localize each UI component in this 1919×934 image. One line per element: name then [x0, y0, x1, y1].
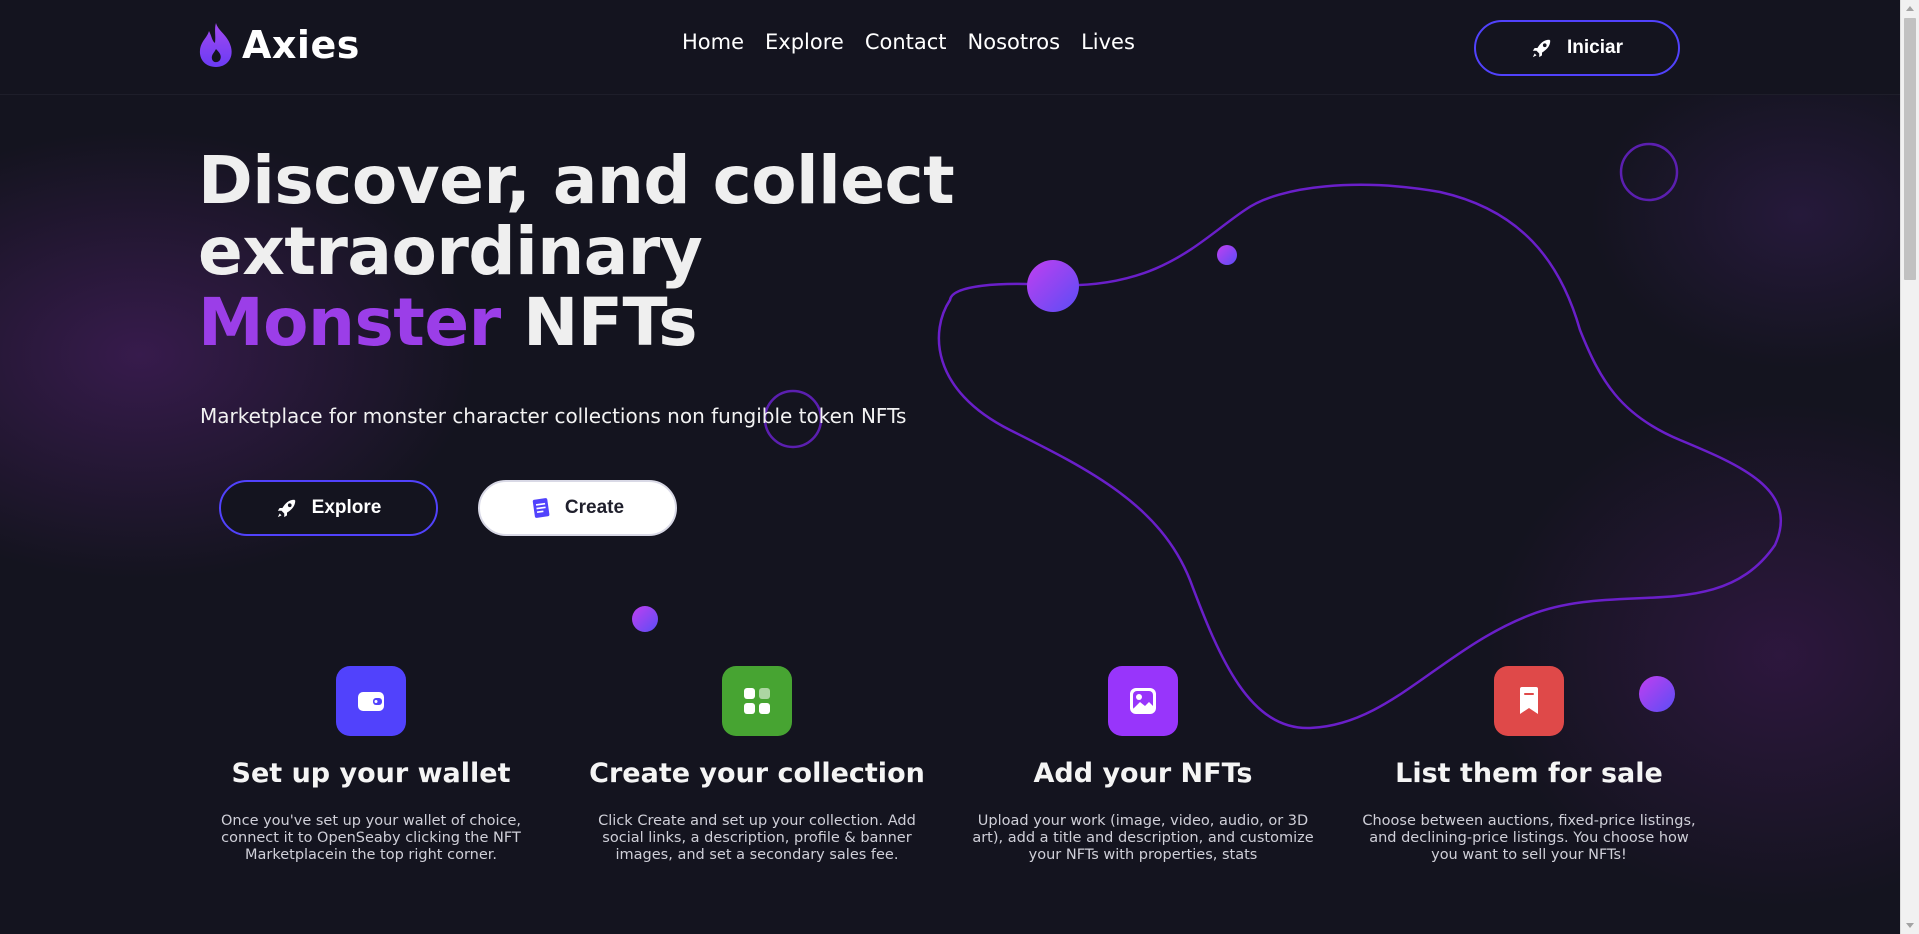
step-add-nfts: Add your NFTs Upload your work (image, v…	[950, 666, 1336, 864]
explore-button-label: Explore	[311, 497, 382, 518]
step-description: Click Create and set up your collection.…	[598, 813, 916, 863]
rocket-icon	[1532, 39, 1551, 58]
scrollbar-thumb[interactable]	[1904, 18, 1916, 280]
hero-title-line2: extraordinary	[198, 213, 703, 290]
step-description: Once you've set up your wallet of choice…	[221, 813, 521, 863]
start-button-label: Iniciar	[1567, 37, 1623, 58]
create-button-label: Create	[564, 497, 625, 518]
hero-title-accent: Monster	[198, 284, 501, 361]
note-icon	[532, 498, 550, 518]
nav-explore[interactable]: Explore	[765, 30, 844, 54]
step-title: Set up your wallet	[231, 758, 511, 789]
step-collection: Create your collection Click Create and …	[564, 666, 950, 864]
logo[interactable]: Axies	[198, 20, 360, 70]
nav-contact[interactable]: Contact	[865, 30, 947, 54]
step-title: Create your collection	[589, 758, 925, 789]
hero-title: Discover, and collect extraordinary Mons…	[198, 145, 958, 358]
step-title: Add your NFTs	[1033, 758, 1253, 789]
vertical-scrollbar[interactable]	[1900, 0, 1919, 934]
logo-text: Axies	[242, 23, 360, 67]
scroll-down-arrow-icon[interactable]	[1906, 923, 1914, 928]
step-description: Choose between auctions, fixed-price lis…	[1362, 813, 1696, 863]
image-icon	[1108, 666, 1178, 736]
site-header: Axies Home Explore Contact Nosotros Live…	[0, 0, 1900, 95]
hero-title-line1: Discover, and collect	[198, 142, 955, 219]
step-description: Upload your work (image, video, audio, o…	[972, 813, 1314, 863]
hero-subtitle: Marketplace for monster character collec…	[200, 404, 907, 428]
flame-logo-icon	[199, 23, 232, 67]
nav-nosotros[interactable]: Nosotros	[968, 30, 1061, 54]
step-title: List them for sale	[1395, 758, 1663, 789]
main-nav: Home Explore Contact Nosotros Lives	[682, 30, 1135, 54]
start-button[interactable]: Iniciar	[1474, 20, 1680, 76]
step-list-sale: List them for sale Choose between auctio…	[1336, 666, 1722, 864]
nav-home[interactable]: Home	[682, 30, 744, 54]
bookmark-icon	[1494, 666, 1564, 736]
create-button[interactable]: Create	[478, 480, 677, 536]
steps-section: Set up your wallet Once you've set up yo…	[178, 666, 1722, 864]
step-wallet: Set up your wallet Once you've set up yo…	[178, 666, 564, 864]
hero-title-rest: NFTs	[523, 284, 698, 361]
scroll-up-arrow-icon[interactable]	[1906, 6, 1914, 11]
nav-lives[interactable]: Lives	[1081, 30, 1135, 54]
wallet-icon	[336, 666, 406, 736]
grid-icon	[722, 666, 792, 736]
rocket-icon	[277, 499, 295, 518]
explore-button[interactable]: Explore	[219, 480, 438, 536]
page: Axies Home Explore Contact Nosotros Live…	[0, 0, 1900, 934]
